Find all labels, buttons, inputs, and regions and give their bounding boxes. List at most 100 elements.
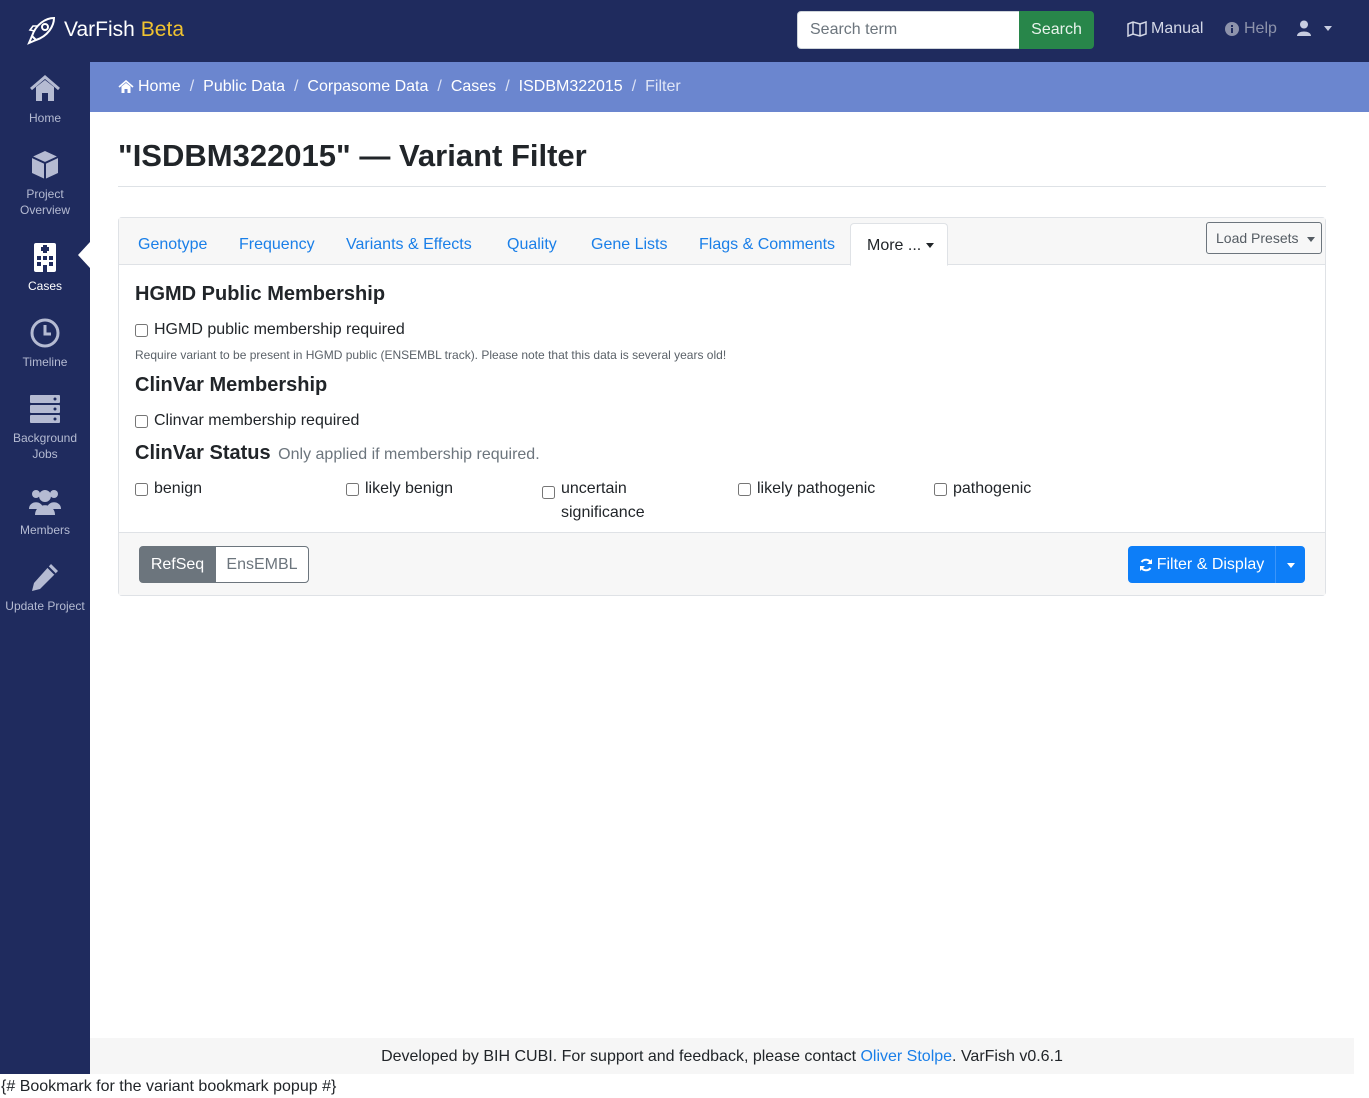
filter-tabs: Genotype Frequency Variants & Effects Qu… xyxy=(119,218,1325,266)
user-menu[interactable] xyxy=(1297,20,1332,36)
footer-text: Developed by BIH CUBI. For support and f… xyxy=(381,1048,861,1065)
sidebar-item-timeline[interactable]: Timeline xyxy=(0,316,90,370)
manual-label: Manual xyxy=(1151,20,1204,37)
user-icon xyxy=(1297,20,1311,36)
users-icon xyxy=(29,490,61,515)
breadcrumb-separator: / xyxy=(437,78,442,95)
tab-quality[interactable]: Quality xyxy=(507,236,557,254)
status-label: likely pathogenic xyxy=(757,480,876,497)
brand[interactable]: VarFish Beta xyxy=(26,12,184,48)
status-likely-benign-input[interactable] xyxy=(346,483,359,496)
ensembl-toggle[interactable]: EnsEMBL xyxy=(215,546,309,583)
tab-more[interactable]: More ... xyxy=(850,223,948,266)
sidebar-item-label: Home xyxy=(28,111,61,125)
breadcrumb-case[interactable]: ISDBM322015 xyxy=(519,78,623,96)
load-presets-button[interactable]: Load Presets xyxy=(1206,222,1322,254)
refresh-icon xyxy=(1139,558,1152,571)
chevron-down-icon xyxy=(1306,236,1315,242)
contact-link[interactable]: Oliver Stolpe xyxy=(860,1048,952,1065)
breadcrumb-public-data[interactable]: Public Data xyxy=(203,78,285,96)
filter-display-label: Filter & Display xyxy=(1156,555,1265,573)
breadcrumb-filter: Filter xyxy=(645,78,681,95)
breadcrumb-separator: / xyxy=(293,78,299,95)
clock-icon xyxy=(30,318,60,348)
clinvar-heading: ClinVar Membership xyxy=(135,374,328,396)
page-scrollbar[interactable] xyxy=(1354,112,1369,1074)
active-indicator xyxy=(78,242,90,268)
status-benign[interactable]: benign xyxy=(135,480,202,498)
clinvar-checkbox-label: Clinvar membership required xyxy=(154,412,360,429)
sidebar-item-label: Cases xyxy=(27,279,62,293)
rocket-icon xyxy=(27,16,56,45)
sidebar-item-label: Background Jobs xyxy=(12,431,78,461)
status-likely-benign[interactable]: likely benign xyxy=(346,480,453,498)
hgmd-help-text: Require variant to be present in HGMD pu… xyxy=(135,348,727,362)
sidebar-item-label: Update Project xyxy=(5,599,85,613)
filter-card-footer: RefSeq EnsEMBL Filter & Display xyxy=(119,532,1325,595)
chevron-down-icon xyxy=(926,243,935,249)
help-link[interactable]: Help xyxy=(1224,20,1277,38)
sidebar-item-update-project[interactable]: Update Project xyxy=(0,560,90,614)
hgmd-checkbox-input[interactable] xyxy=(135,324,148,337)
breadcrumb-cases[interactable]: Cases xyxy=(451,78,496,96)
tab-frequency[interactable]: Frequency xyxy=(239,236,315,254)
tab-gene-lists[interactable]: Gene Lists xyxy=(591,236,667,254)
breadcrumb-home[interactable]: Home xyxy=(138,78,181,96)
sidebar-item-cases[interactable]: Cases xyxy=(0,240,90,294)
brand-name: VarFish xyxy=(64,18,135,41)
breadcrumb-separator: / xyxy=(189,78,195,95)
filter-card: Genotype Frequency Variants & Effects Qu… xyxy=(118,217,1326,596)
clinvar-status-note: Only applied if membership required. xyxy=(278,446,540,463)
brand-badge: Beta xyxy=(140,18,184,41)
clinvar-checkbox[interactable]: Clinvar membership required xyxy=(135,412,359,430)
status-pathogenic[interactable]: pathogenic xyxy=(934,480,1031,498)
tab-genotype[interactable]: Genotype xyxy=(138,236,207,254)
status-pathogenic-input[interactable] xyxy=(934,483,947,496)
top-navbar: VarFish Beta Search Manual Help xyxy=(0,0,1369,62)
manual-link[interactable]: Manual xyxy=(1127,20,1203,38)
page-title: "ISDBM322015" — Variant Filter xyxy=(118,138,587,173)
status-likely-pathogenic-input[interactable] xyxy=(738,483,751,496)
server-icon xyxy=(30,395,60,423)
breadcrumb: Home / Public Data / Corpasome Data / Ca… xyxy=(90,62,1369,112)
status-benign-input[interactable] xyxy=(135,483,148,496)
clinvar-status-heading: ClinVar Status Only applied if membershi… xyxy=(135,442,540,465)
chevron-down-icon xyxy=(1324,25,1332,31)
sidebar-item-project-overview[interactable]: Project Overview xyxy=(0,148,90,218)
info-icon xyxy=(1225,22,1239,36)
status-uncertain-significance-input[interactable] xyxy=(542,486,555,499)
sidebar-item-label: Members xyxy=(19,523,70,537)
sidebar-item-members[interactable]: Members xyxy=(0,484,90,538)
search-input[interactable] xyxy=(797,11,1020,49)
breadcrumb-separator: / xyxy=(631,78,637,95)
hgmd-checkbox-label: HGMD public membership required xyxy=(154,321,405,338)
map-icon xyxy=(1127,21,1147,37)
chevron-down-icon xyxy=(1286,562,1295,568)
search-button[interactable]: Search xyxy=(1019,11,1094,49)
sidebar-item-background-jobs[interactable]: Background Jobs xyxy=(0,392,90,462)
hgmd-heading: HGMD Public Membership xyxy=(135,283,386,305)
sidebar-item-label: Project Overview xyxy=(19,187,70,217)
sidebar-item-label: Timeline xyxy=(22,355,68,369)
home-icon xyxy=(30,75,60,101)
tab-flags-comments[interactable]: Flags & Comments xyxy=(699,236,835,254)
template-comment-text: {# Bookmark for the variant bookmark pop… xyxy=(1,1078,337,1095)
status-likely-pathogenic[interactable]: likely pathogenic xyxy=(738,480,875,498)
refseq-toggle[interactable]: RefSeq xyxy=(139,546,216,583)
tab-variants-effects[interactable]: Variants & Effects xyxy=(346,236,472,254)
hospital-icon xyxy=(34,243,56,272)
status-label: benign xyxy=(154,480,203,497)
page-footer: Developed by BIH CUBI. For support and f… xyxy=(90,1038,1354,1074)
footer-version: . VarFish v0.6.1 xyxy=(952,1048,1063,1065)
breadcrumb-corpasome-data[interactable]: Corpasome Data xyxy=(307,78,428,96)
clinvar-checkbox-input[interactable] xyxy=(135,415,148,428)
sidebar-item-home[interactable]: Home xyxy=(0,72,90,126)
tab-more-label: More ... xyxy=(867,237,922,254)
title-divider xyxy=(118,186,1326,187)
status-uncertain-significance[interactable]: uncertain significance xyxy=(542,480,672,528)
filter-display-button[interactable]: Filter & Display xyxy=(1128,546,1275,583)
hgmd-checkbox[interactable]: HGMD public membership required xyxy=(135,321,405,339)
filter-options-toggle[interactable] xyxy=(1275,546,1305,583)
cube-icon xyxy=(31,151,59,179)
clinvar-status-title: ClinVar Status xyxy=(135,442,271,464)
